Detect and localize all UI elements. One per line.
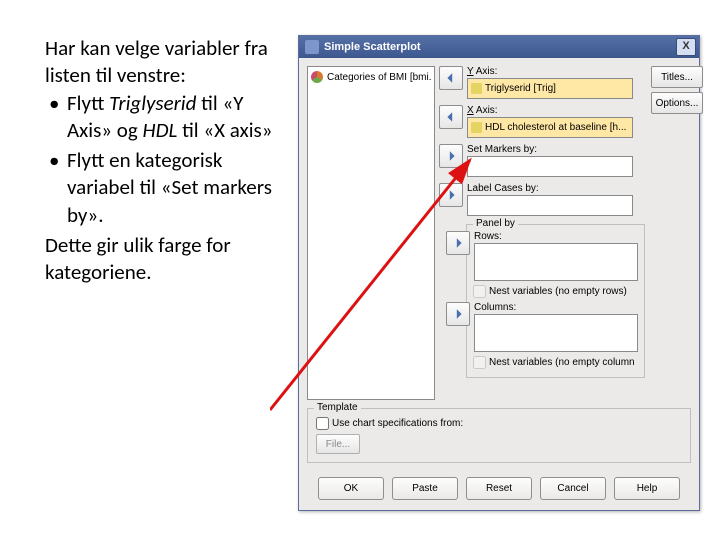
rows-label: Rows: <box>474 231 638 242</box>
y-axis-label: Y Axis: <box>467 66 633 77</box>
list-item[interactable]: Categories of BMI [bmi... <box>311 71 431 83</box>
scale-icon <box>471 83 482 94</box>
options-button[interactable]: Options... <box>651 92 703 114</box>
set-markers-input[interactable] <box>467 156 633 177</box>
move-y-button[interactable] <box>439 66 463 90</box>
bullet-2: Flytt en kategorisk variabel til «Set ma… <box>45 147 283 229</box>
move-rows-button[interactable] <box>446 231 470 255</box>
cols-label: Columns: <box>474 302 638 313</box>
source-variables-list[interactable]: Categories of BMI [bmi... <box>307 66 435 400</box>
y-axis-input[interactable]: Triglyserid [Trig] <box>467 78 633 99</box>
dialog-title: Simple Scatterplot <box>324 41 421 53</box>
titles-button[interactable]: Titles... <box>651 66 703 88</box>
reset-button[interactable]: Reset <box>466 477 532 500</box>
titlebar[interactable]: Simple Scatterplot X <box>299 36 699 58</box>
template-group: Template Use chart specifications from: … <box>307 408 691 463</box>
nest-rows-checkbox[interactable]: Nest variables (no empty rows) <box>473 285 638 298</box>
scatterplot-dialog: Simple Scatterplot X Categories of BMI [… <box>298 35 700 511</box>
template-title: Template <box>314 402 361 413</box>
label-cases-label: Label Cases by: <box>467 183 633 194</box>
bullet-1: Flytt Triglyserid til «Y Axis» og HDL ti… <box>45 90 283 145</box>
cancel-button[interactable]: Cancel <box>540 477 606 500</box>
help-button[interactable]: Help <box>614 477 680 500</box>
list-item-label: Categories of BMI [bmi... <box>327 72 431 83</box>
cols-input[interactable] <box>474 314 638 352</box>
x-axis-label: X Axis: <box>467 105 633 116</box>
move-label-button[interactable] <box>439 183 463 207</box>
intro-text: Har kan velge variabler fra listen til v… <box>45 35 283 90</box>
label-cases-input[interactable] <box>467 195 633 216</box>
template-checkbox[interactable]: Use chart specifications from: <box>316 417 682 430</box>
scale-icon <box>471 122 482 133</box>
x-axis-input[interactable]: HDL cholesterol at baseline [h... <box>467 117 633 138</box>
rows-input[interactable] <box>474 243 638 281</box>
dialog-icon <box>305 40 319 54</box>
panel-by-title: Panel by <box>473 218 518 229</box>
file-button[interactable]: File... <box>316 434 360 454</box>
set-markers-label: Set Markers by: <box>467 144 633 155</box>
panel-by-group: Panel by Rows: Nest variables (no empty … <box>466 224 645 378</box>
categorical-icon <box>311 71 323 83</box>
move-markers-button[interactable] <box>439 144 463 168</box>
dialog-footer: OK Paste Reset Cancel Help <box>299 469 699 510</box>
close-button[interactable]: X <box>676 38 696 56</box>
ok-button[interactable]: OK <box>318 477 384 500</box>
move-x-button[interactable] <box>439 105 463 129</box>
paste-button[interactable]: Paste <box>392 477 458 500</box>
outro-text: Dette gir ulik farge for kategoriene. <box>45 232 283 287</box>
move-cols-button[interactable] <box>446 302 470 326</box>
instruction-text: Har kan velge variabler fra listen til v… <box>45 35 283 511</box>
nest-cols-checkbox[interactable]: Nest variables (no empty column <box>473 356 638 369</box>
